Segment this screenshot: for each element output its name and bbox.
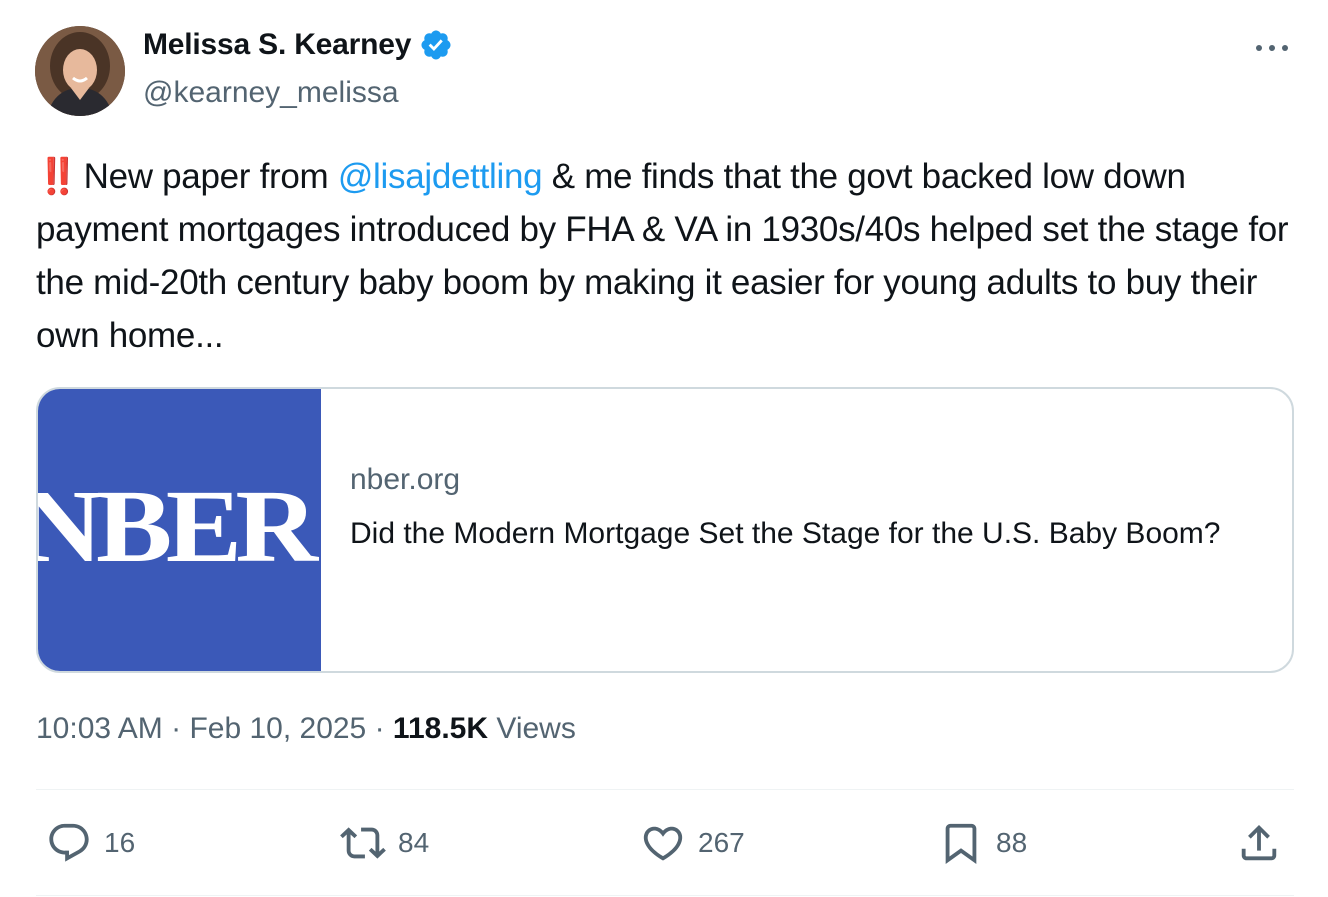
double-exclamation-emoji: ‼️ (36, 157, 80, 196)
views-count: 118.5K (392, 712, 489, 745)
like-button[interactable]: 267 (640, 820, 745, 866)
tweet-text: ‼️ New paper from @lisajdettling & me fin… (36, 150, 1296, 362)
retweet-icon (340, 827, 386, 859)
nber-logo: NBER (36, 469, 318, 584)
bookmark-count: 88 (996, 827, 1028, 858)
retweet-button[interactable]: 84 (340, 820, 429, 866)
mention-link[interactable]: @lisajdettling (338, 157, 543, 196)
author-avatar[interactable] (35, 26, 125, 116)
author-handle[interactable]: @kearney_melissa (143, 76, 399, 110)
avatar-photo (35, 26, 125, 116)
reply-icon (49, 823, 89, 862)
meta-separator: · (162, 712, 190, 745)
bookmark-button[interactable]: 88 (938, 820, 1027, 866)
author-name[interactable]: Melissa S. Kearney (143, 28, 411, 62)
heart-icon (643, 826, 683, 861)
share-button[interactable] (1236, 820, 1282, 866)
meta-separator: · (366, 712, 393, 745)
like-count: 267 (698, 827, 745, 858)
link-preview-card[interactable]: NBER nber.org Did the Modern Mortgage Se… (36, 387, 1294, 673)
divider (36, 895, 1294, 896)
more-options-button[interactable] (1252, 36, 1292, 60)
card-title: Did the Modern Mortgage Set the Stage fo… (350, 517, 1221, 550)
retweet-count: 84 (398, 827, 430, 858)
reply-button[interactable]: 16 (46, 820, 135, 866)
tweet-meta: 10:03 AM · Feb 10, 2025 · 118.5K Views (36, 712, 576, 746)
divider (36, 789, 1294, 790)
verified-badge-icon[interactable] (419, 28, 453, 62)
card-domain: nber.org (350, 463, 461, 496)
dot-icon (1256, 45, 1262, 51)
views-label: Views (488, 712, 576, 745)
bookmark-icon (945, 823, 977, 864)
card-image: NBER (38, 389, 321, 671)
tweet-date[interactable]: Feb 10, 2025 (189, 712, 366, 745)
share-icon (1241, 824, 1277, 861)
tweet-time[interactable]: 10:03 AM (36, 712, 163, 745)
tweet-text-part: New paper from (83, 157, 338, 196)
dot-icon (1269, 45, 1275, 51)
reply-count: 16 (104, 827, 136, 858)
dot-icon (1282, 45, 1288, 51)
